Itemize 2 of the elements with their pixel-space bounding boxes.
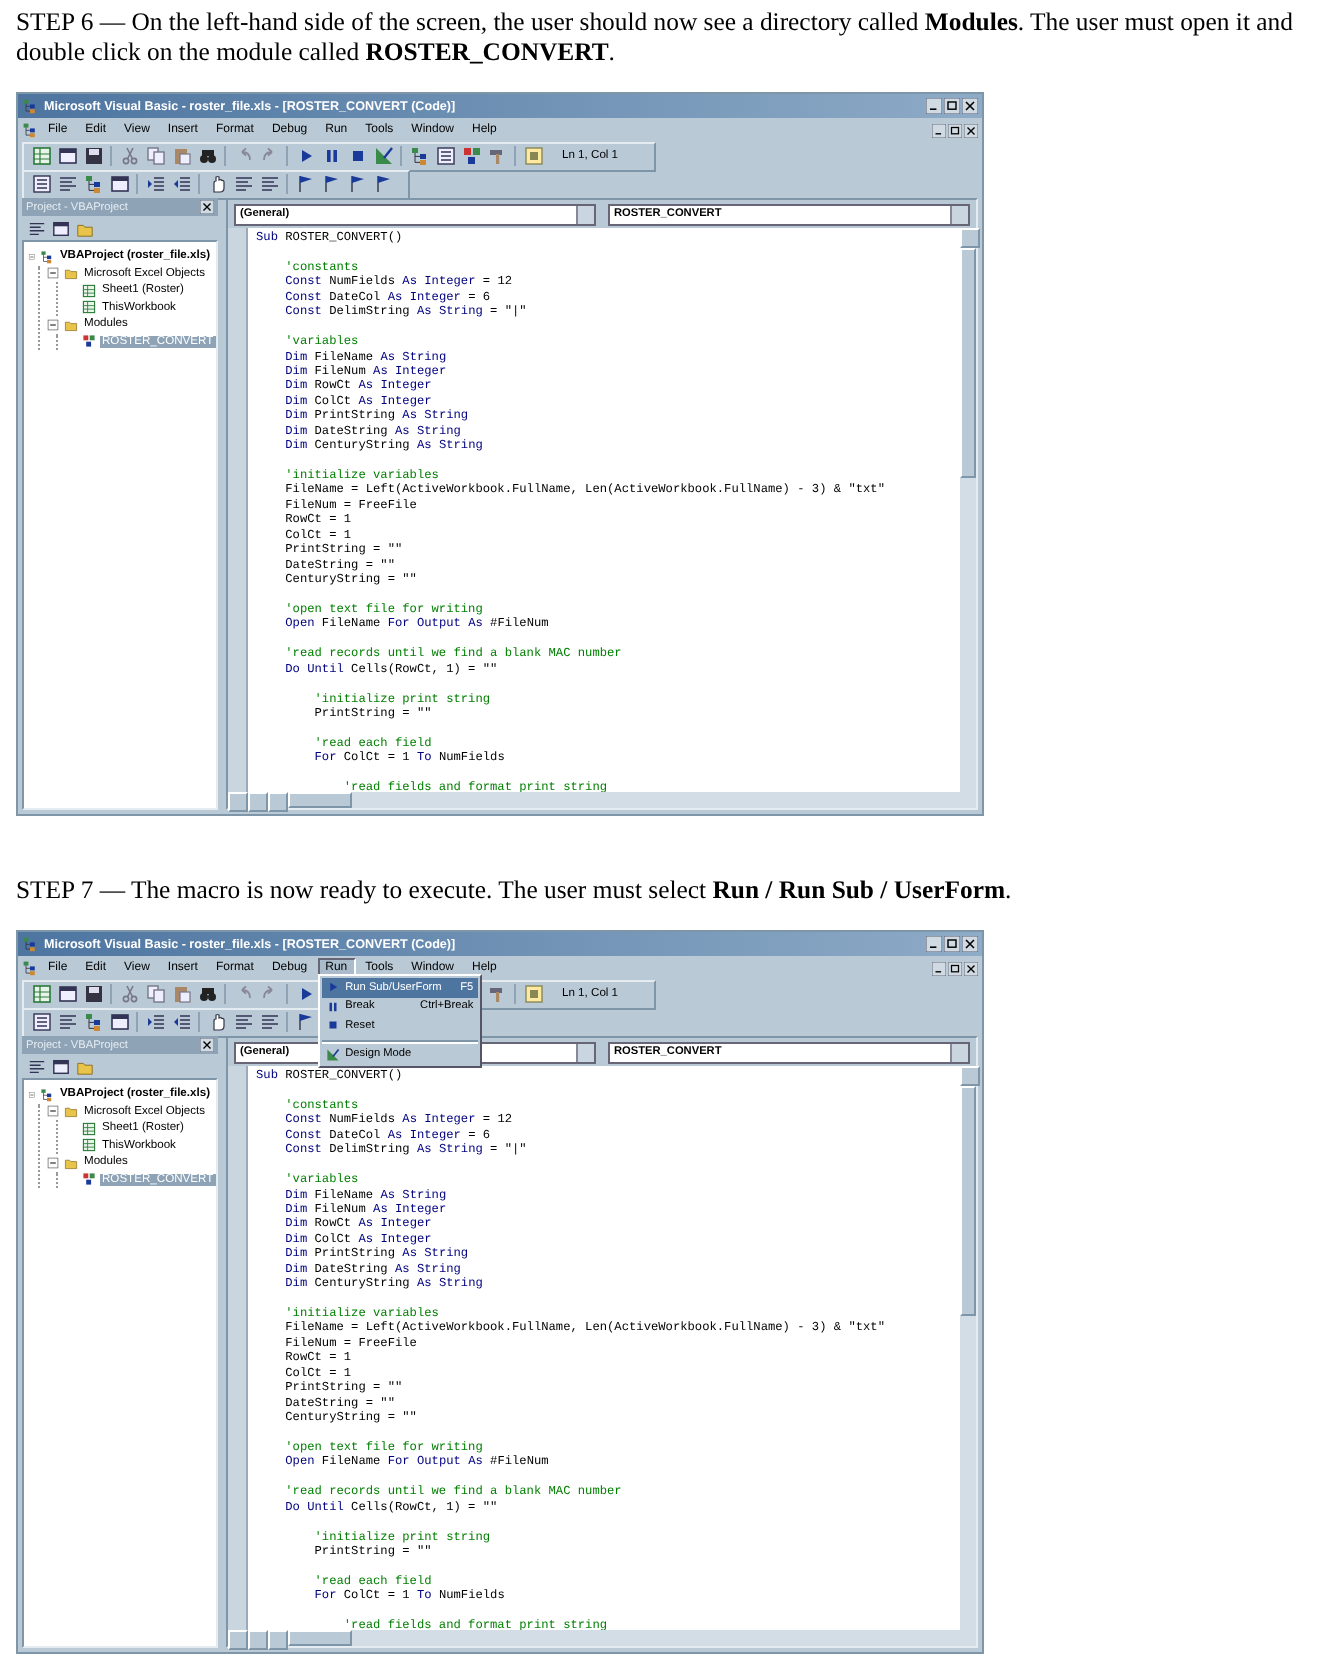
step-text: STEP 6 — On the left-hand side of the screen, the user should now see a directory called Modules. The user must open it and double click on the module called ROSTER_CONVERT. — [14, 6, 1295, 68]
step-text: STEP 7 — The macro is now ready to execute. The user must select Run / Run Sub / UserForm. — [14, 874, 1014, 906]
